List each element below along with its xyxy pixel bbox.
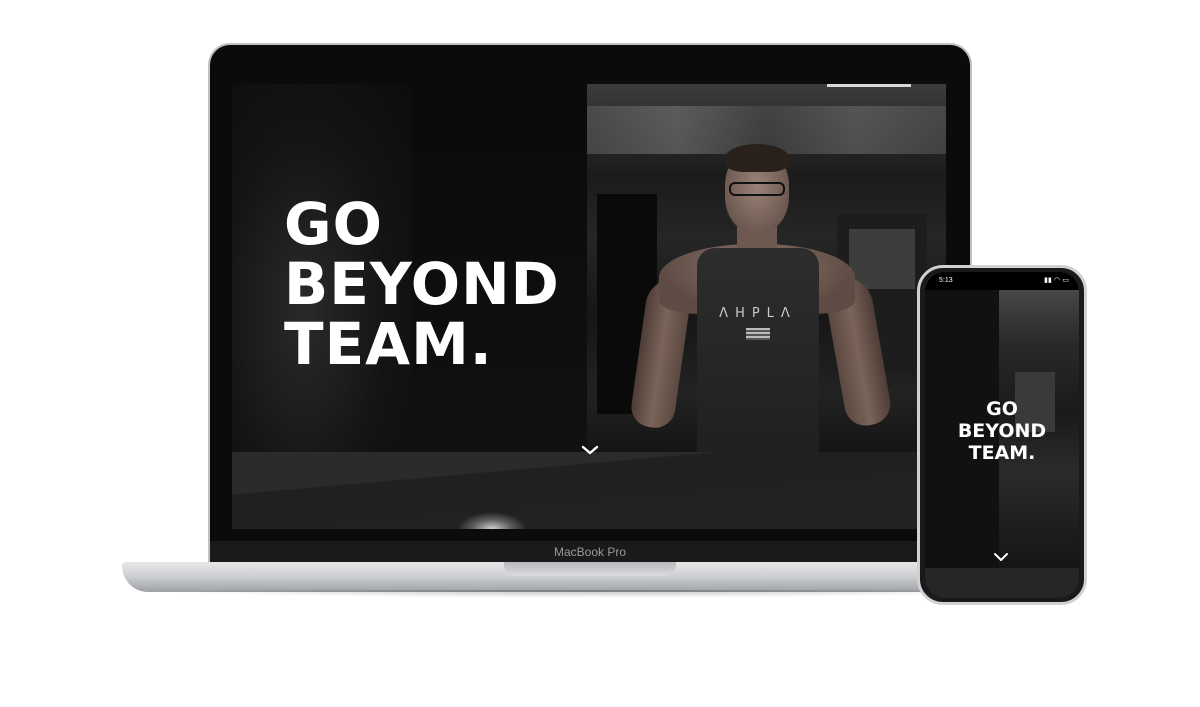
phone-screen: 5:13 ▮▮ ◠ ▭ GO BEYOND TEAM. (925, 272, 1079, 598)
athlete-tank-top: ΛHPLΛ (697, 248, 819, 469)
tank-logo-text: ΛHPLΛ (719, 306, 797, 321)
flag-icon (746, 328, 770, 340)
phone-hero-title-line: BEYOND (957, 420, 1047, 442)
athlete-image: ΛHPLΛ (628, 144, 897, 469)
hero-title: GO BEYOND TEAM. (284, 194, 644, 374)
splash-graphic (457, 512, 527, 529)
laptop-screen: ΛHPLΛ GO BEYOND TEAM. (232, 84, 946, 529)
laptop-brand-label: MacBook Pro (553, 545, 627, 559)
athlete-hair (725, 144, 789, 172)
phone-hero-title: GO BEYOND TEAM. (925, 398, 1079, 464)
hero-title-line: TEAM. (284, 310, 493, 378)
phone-hero-title-line: GO (986, 398, 1018, 420)
laptop-shadow (150, 590, 1030, 598)
phone-status-bar: 5:13 ▮▮ ◠ ▭ (925, 272, 1079, 290)
chevron-down-icon[interactable] (580, 442, 600, 458)
hero-title-line: GO (284, 190, 383, 258)
phone-status-time: 5:13 (939, 277, 953, 284)
chevron-down-icon[interactable] (993, 550, 1009, 562)
ceiling-light (827, 84, 911, 87)
phone-notch (969, 272, 1035, 286)
hero-title-line: BEYOND (284, 250, 560, 318)
phone-next-section (925, 568, 1079, 598)
laptop-opening-notch (504, 562, 676, 576)
next-section-band (232, 452, 946, 529)
signal-wifi-battery-icon: ▮▮ ◠ ▭ (1044, 276, 1069, 284)
phone-hero-title-line: TEAM. (968, 442, 1036, 464)
athlete-glasses (729, 182, 785, 196)
